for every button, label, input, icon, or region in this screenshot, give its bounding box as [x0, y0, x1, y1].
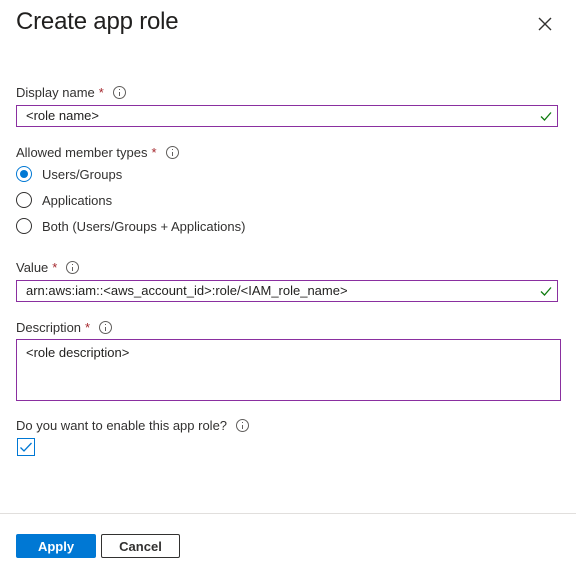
info-icon[interactable] — [99, 321, 113, 334]
valid-check-icon — [540, 112, 552, 121]
display-name-value: <role name> — [26, 108, 99, 123]
member-types-label: Allowed member types * — [16, 145, 179, 160]
radio-label: Both (Users/Groups + Applications) — [42, 218, 246, 234]
display-name-label: Display name * — [16, 85, 126, 100]
info-icon[interactable] — [66, 261, 80, 274]
value-input-value: arn:aws:iam::<aws_account_id>:role/<IAM_… — [26, 283, 348, 298]
value-label: Value * — [16, 260, 80, 275]
required-marker: * — [52, 260, 58, 275]
display-name-input[interactable]: <role name> — [16, 105, 558, 127]
apply-button[interactable]: Apply — [16, 534, 96, 558]
radio-label: Applications — [42, 192, 113, 208]
required-marker: * — [151, 145, 157, 160]
info-icon[interactable] — [165, 146, 179, 159]
enable-checkbox[interactable] — [17, 438, 35, 456]
description-value: <role description> — [26, 345, 130, 360]
radio-users-groups[interactable]: Users/Groups — [16, 166, 122, 182]
enable-label-text: Do you want to enable this app role? — [16, 418, 228, 433]
enable-label: Do you want to enable this app role? — [16, 418, 250, 433]
info-icon[interactable] — [112, 86, 126, 99]
required-marker: * — [98, 85, 104, 100]
radio-unselected-icon[interactable] — [16, 218, 32, 234]
radio-applications[interactable]: Applications — [16, 192, 112, 208]
radio-unselected-icon[interactable] — [16, 192, 32, 208]
radio-label: Users/Groups — [42, 166, 123, 182]
description-textarea[interactable]: <role description> — [16, 339, 561, 401]
checkmark-icon — [20, 442, 32, 452]
description-label: Description * — [16, 320, 113, 335]
close-icon[interactable] — [535, 14, 555, 34]
member-types-label-text: Allowed member types — [16, 145, 148, 160]
panel-title: Create app role — [16, 8, 179, 35]
description-label-text: Description — [16, 320, 82, 335]
footer-divider — [0, 513, 576, 514]
info-icon[interactable] — [236, 419, 250, 432]
radio-selected-icon[interactable] — [16, 166, 32, 182]
valid-check-icon — [540, 287, 552, 296]
display-name-label-text: Display name — [16, 85, 95, 100]
cancel-button[interactable]: Cancel — [101, 534, 180, 558]
value-input[interactable]: arn:aws:iam::<aws_account_id>:role/<IAM_… — [16, 280, 558, 302]
required-marker: * — [85, 320, 91, 335]
value-label-text: Value — [16, 260, 49, 275]
radio-both[interactable]: Both (Users/Groups + Applications) — [16, 218, 245, 234]
